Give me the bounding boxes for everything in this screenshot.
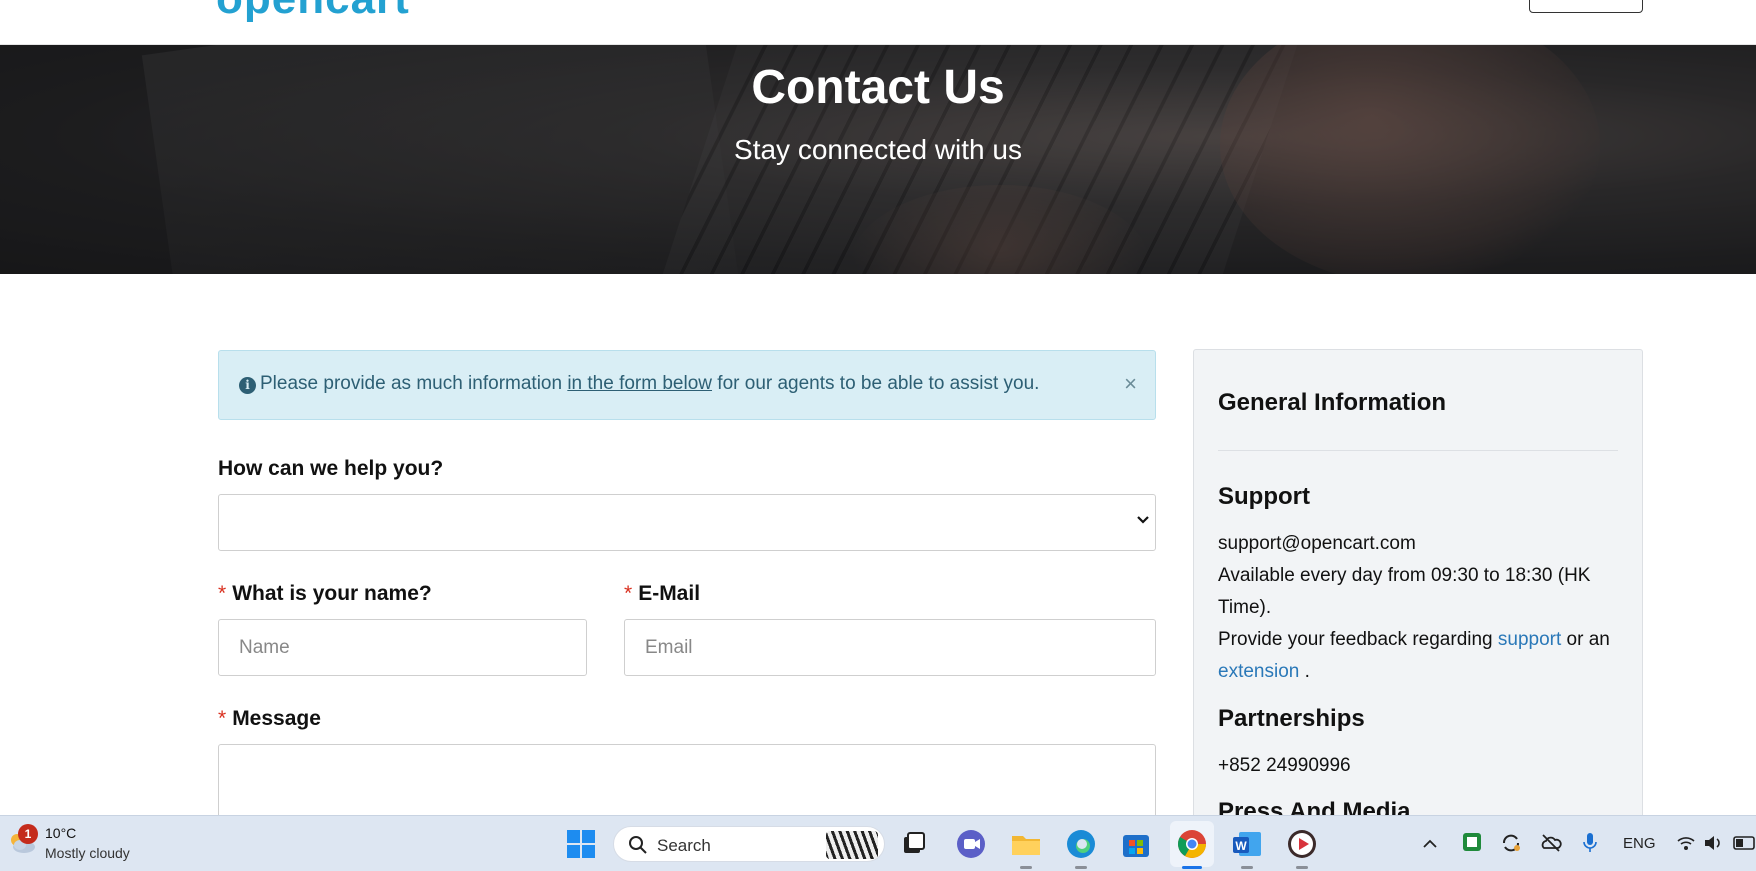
email-input[interactable] xyxy=(625,620,1155,675)
feedback-line: Provide your feedback regarding support … xyxy=(1218,629,1610,651)
file-explorer-indicator xyxy=(1020,866,1032,869)
partnerships-phone-link[interactable]: +852 24990996 xyxy=(1218,755,1351,777)
message-label-text: Message xyxy=(232,707,321,730)
opencart-logo[interactable]: opencart xyxy=(216,0,410,24)
support-link[interactable]: support xyxy=(1498,629,1561,650)
edge-indicator xyxy=(1075,866,1087,869)
name-field[interactable] xyxy=(218,619,587,676)
task-view-icon[interactable] xyxy=(898,828,930,860)
general-info-panel: General Information Support support@open… xyxy=(1193,349,1643,871)
info-alert: i Please provide as much information in … xyxy=(218,350,1156,420)
chevron-up-icon[interactable] xyxy=(1422,836,1438,852)
word-indicator xyxy=(1241,866,1253,869)
start-icon[interactable] xyxy=(566,829,596,859)
close-icon[interactable]: × xyxy=(1124,371,1137,397)
feedback-text-middle: or an xyxy=(1561,629,1610,650)
help-select[interactable] xyxy=(218,494,1156,551)
help-label: How can we help you? xyxy=(218,457,444,480)
alert-form-link[interactable]: in the form below xyxy=(567,373,712,394)
search-icon xyxy=(629,836,647,854)
email-label: * E-Mail xyxy=(624,582,700,606)
support-heading: Support xyxy=(1218,483,1310,510)
green-app-icon[interactable] xyxy=(1462,832,1482,852)
panel-divider xyxy=(1218,450,1618,451)
search-label: Search xyxy=(657,836,711,855)
page-title: Contact Us xyxy=(751,61,1005,114)
general-info-title: General Information xyxy=(1218,389,1447,416)
svg-text:W: W xyxy=(1235,839,1247,853)
wifi-icon[interactable] xyxy=(1676,834,1696,852)
alert-text-after: for our agents to be able to assist you. xyxy=(712,373,1040,394)
chrome-icon[interactable] xyxy=(1176,828,1208,860)
name-label-text: What is your name? xyxy=(232,582,432,605)
word-icon[interactable]: W xyxy=(1231,828,1263,860)
partnerships-heading: Partnerships xyxy=(1218,705,1365,732)
feedback-text-after: . xyxy=(1299,661,1310,682)
taskbar-search[interactable]: Search xyxy=(613,826,885,862)
feedback-line-2: extension . xyxy=(1218,661,1310,683)
message-label: * Message xyxy=(218,707,321,731)
media-player-indicator xyxy=(1296,866,1308,869)
alert-text-before: Please provide as much information xyxy=(260,373,568,394)
alert-text: Please provide as much information in th… xyxy=(260,373,1039,395)
required-mark: * xyxy=(218,582,227,605)
chrome-indicator xyxy=(1182,866,1202,869)
edge-icon[interactable] xyxy=(1065,828,1097,860)
name-input[interactable] xyxy=(219,620,586,675)
availability-line-1: Available every day from 09:30 to 18:30 … xyxy=(1218,565,1591,586)
sync-icon[interactable] xyxy=(1500,832,1522,854)
volume-icon[interactable] xyxy=(1703,834,1723,852)
weather-badge: 1 xyxy=(18,824,38,844)
store-icon[interactable] xyxy=(1120,828,1152,860)
weather-temperature[interactable]: 10°C xyxy=(45,825,76,841)
required-mark: * xyxy=(624,582,633,605)
extension-link[interactable]: extension xyxy=(1218,661,1299,682)
windows-taskbar: 1 10°C Mostly cloudy Search W ENG xyxy=(0,815,1756,871)
top-navbar: opencart xyxy=(0,0,1756,45)
email-field[interactable] xyxy=(624,619,1156,676)
media-player-icon[interactable] xyxy=(1286,828,1318,860)
availability-line-2: Time). xyxy=(1218,597,1272,618)
language-indicator[interactable]: ENG xyxy=(1623,835,1656,852)
name-label: * What is your name? xyxy=(218,582,432,606)
page-subtitle: Stay connected with us xyxy=(734,134,1022,165)
meet-icon[interactable] xyxy=(955,828,987,860)
onedrive-icon[interactable] xyxy=(1540,833,1562,853)
file-explorer-icon[interactable] xyxy=(1010,828,1042,860)
weather-condition[interactable]: Mostly cloudy xyxy=(45,845,130,861)
hero-banner: Contact Us Stay connected with us xyxy=(0,45,1756,274)
search-highlight-image xyxy=(826,831,878,859)
nav-button[interactable] xyxy=(1529,0,1643,13)
feedback-text-before: Provide your feedback regarding xyxy=(1218,629,1498,650)
microphone-icon[interactable] xyxy=(1582,832,1598,854)
chevron-down-icon xyxy=(1137,516,1149,524)
required-mark: * xyxy=(218,707,227,730)
info-icon: i xyxy=(239,377,256,394)
battery-icon[interactable] xyxy=(1733,835,1756,851)
email-label-text: E-Mail xyxy=(638,582,701,605)
support-email-link[interactable]: support@opencart.com xyxy=(1218,533,1416,555)
